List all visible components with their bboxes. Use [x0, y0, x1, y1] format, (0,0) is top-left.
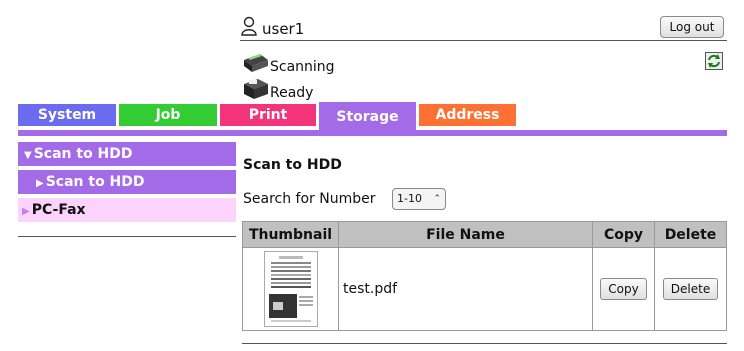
- sidebar-item-scan-to-hdd-group[interactable]: ▼ Scan to HDD: [18, 142, 236, 166]
- copy-cell: Copy: [592, 247, 655, 331]
- updown-chevron-icon: ⌃: [433, 194, 441, 204]
- sidebar-item-pc-fax[interactable]: ▶ PC-Fax: [18, 198, 236, 222]
- logout-button[interactable]: Log out: [660, 16, 724, 38]
- sidebar-item-label: Scan to HDD: [33, 146, 133, 162]
- delete-cell: Delete: [654, 247, 727, 331]
- user-name: user1: [262, 20, 305, 38]
- sidebar-divider: [18, 236, 236, 237]
- tab-storage[interactable]: Storage: [319, 102, 416, 130]
- column-header-thumbnail: Thumbnail: [242, 221, 339, 248]
- column-header-delete: Delete: [654, 221, 727, 248]
- tab-bar: [18, 130, 727, 136]
- copy-button[interactable]: Copy: [600, 278, 647, 300]
- file-table: Thumbnail File Name Copy Delete test.pdf…: [242, 221, 727, 331]
- printer-icon: [244, 79, 268, 99]
- refresh-icon[interactable]: [705, 52, 723, 70]
- file-name-cell: test.pdf: [338, 247, 593, 331]
- search-select-value: 1-10: [397, 192, 422, 205]
- collapsed-triangle-icon: ▶: [22, 206, 30, 217]
- search-number-select[interactable]: 1-10 ⌃: [392, 188, 446, 210]
- collapsed-triangle-icon: ▶: [36, 178, 44, 189]
- sidebar-item-scan-to-hdd[interactable]: ▶ Scan to HDD: [18, 170, 236, 194]
- expanded-triangle-icon: ▼: [24, 150, 32, 161]
- sidebar-item-label: PC-Fax: [31, 202, 86, 218]
- header-divider: [240, 40, 727, 41]
- tab-job[interactable]: Job: [119, 104, 217, 126]
- sidebar-item-label: Scan to HDD: [45, 174, 145, 190]
- page-title: Scan to HDD: [243, 157, 342, 173]
- content-divider: [242, 343, 727, 344]
- document-thumbnail-icon[interactable]: [263, 251, 318, 327]
- search-label: Search for Number: [243, 191, 376, 207]
- printer-status: Ready: [270, 85, 314, 101]
- scanner-status: Scanning: [270, 59, 335, 75]
- column-header-file-name: File Name: [338, 221, 593, 248]
- thumbnail-cell: [242, 247, 339, 331]
- table-row: test.pdf Copy Delete: [242, 247, 727, 331]
- user-icon: [241, 16, 257, 36]
- tab-system[interactable]: System: [18, 104, 116, 126]
- delete-button[interactable]: Delete: [662, 278, 719, 300]
- tab-address[interactable]: Address: [419, 104, 516, 126]
- tab-print[interactable]: Print: [220, 104, 316, 126]
- column-header-copy: Copy: [592, 221, 655, 248]
- scanner-icon: [244, 54, 268, 72]
